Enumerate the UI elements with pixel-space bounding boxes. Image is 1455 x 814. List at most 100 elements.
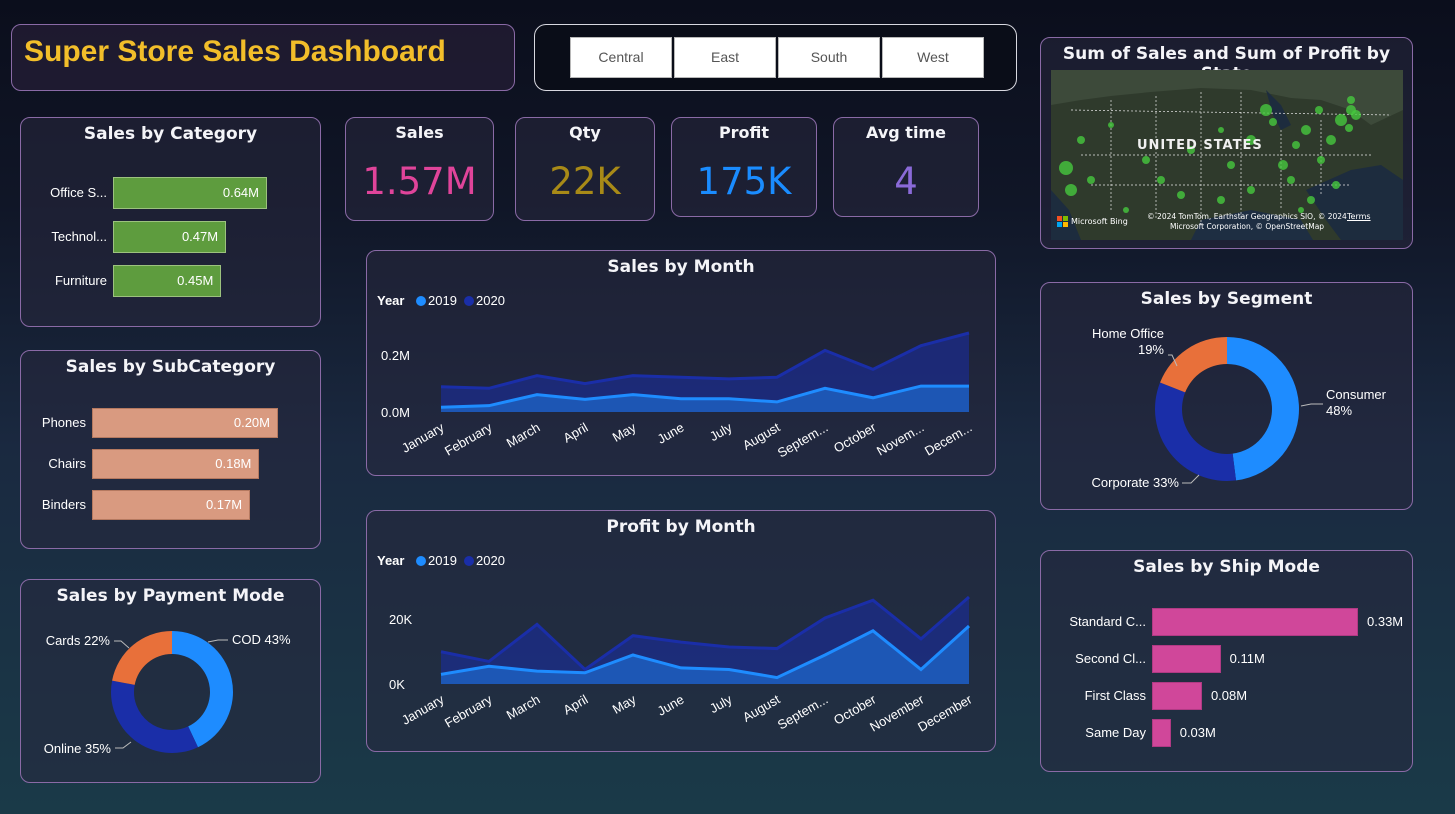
sales-by-subcategory-card: Sales by SubCategory Phones 0.20M Chairs 0.… xyxy=(20,350,321,549)
map-bubble[interactable] xyxy=(1346,105,1356,115)
slicer-south[interactable]: South xyxy=(778,37,880,78)
slicer-west[interactable]: West xyxy=(882,37,984,78)
legend-label-2020[interactable]: 2020 xyxy=(476,293,505,308)
map-bubble[interactable] xyxy=(1347,96,1355,104)
bar xyxy=(1152,719,1171,747)
map-bubble[interactable] xyxy=(1247,186,1255,194)
map-bubble[interactable] xyxy=(1260,104,1272,116)
x-tick-label: Novem... xyxy=(874,420,927,459)
legend-label-2019[interactable]: 2019 xyxy=(428,293,457,308)
profit-by-month-chart: Year 2019 2020 0K 20K JanuaryFebruary March Apr… xyxy=(377,553,975,735)
map-bubble[interactable] xyxy=(1287,176,1295,184)
donut-label: 48% xyxy=(1326,403,1352,418)
donut-slice-cards[interactable] xyxy=(112,631,172,685)
slicer-east[interactable]: East xyxy=(674,37,776,78)
kpi-qty-label: Qty xyxy=(569,123,601,142)
map-bubble[interactable] xyxy=(1326,135,1336,145)
sales-by-category-title: Sales by Category xyxy=(83,124,258,144)
payment-donut-chart: COD 43% Online 35% Cards 22% xyxy=(44,631,291,756)
donut-leader-line xyxy=(1182,474,1200,484)
legend-title: Year xyxy=(377,553,404,568)
bar-category-label: Same Day xyxy=(1085,725,1146,740)
sales-by-shipmode-title: Sales by Ship Mode xyxy=(1133,557,1320,577)
donut-label: Online 35% xyxy=(44,741,112,756)
donut-slice-corporate[interactable] xyxy=(1155,382,1237,481)
x-tick-label: May xyxy=(610,691,639,717)
donut-slice-consumer[interactable] xyxy=(1227,337,1299,481)
kpi-avgtime-value: 4 xyxy=(894,160,918,203)
donut-label: 19% xyxy=(1138,342,1164,357)
bar-category-label: First Class xyxy=(1084,688,1146,703)
slicer-central[interactable]: Central xyxy=(570,37,672,78)
legend-marker-2019[interactable] xyxy=(416,296,426,306)
legend-marker-2019[interactable] xyxy=(416,556,426,566)
donut-leader-line xyxy=(207,639,228,643)
map-bubble[interactable] xyxy=(1317,156,1325,164)
y-tick-label: 0K xyxy=(389,677,405,692)
map-bubble[interactable] xyxy=(1077,136,1085,144)
donut-slice-online[interactable] xyxy=(111,680,198,753)
legend-label-2019[interactable]: 2019 xyxy=(428,553,457,568)
bar-category-label: Binders xyxy=(41,497,86,512)
map-bubble[interactable] xyxy=(1217,196,1225,204)
map-bubble[interactable] xyxy=(1335,114,1347,126)
map-bubble[interactable] xyxy=(1087,176,1095,184)
donut-slice-home-office[interactable] xyxy=(1160,337,1227,393)
map-attribution: © 2024 TomTom, Earthstar Geographics SIO… xyxy=(1147,212,1347,231)
bar-value-label: 0.47M xyxy=(181,229,219,244)
kpi-profit-value: 175K xyxy=(696,160,792,203)
donut-label: Consumer xyxy=(1326,387,1387,402)
map-bubble[interactable] xyxy=(1307,196,1315,204)
map-bubble[interactable] xyxy=(1227,161,1235,169)
donut-label: Home Office xyxy=(1092,326,1164,341)
map-bubble[interactable] xyxy=(1177,191,1185,199)
x-tick-label: June xyxy=(655,420,687,447)
map-bubble[interactable] xyxy=(1142,156,1150,164)
x-tick-label: March xyxy=(504,692,543,723)
kpi-profit-label: Profit xyxy=(718,123,770,142)
map-bubble[interactable] xyxy=(1332,181,1340,189)
sales-by-payment-card: Sales by Payment Mode COD 43% Online 35% C… xyxy=(20,579,321,783)
x-tick-label: Septem... xyxy=(775,692,831,733)
kpi-avgtime-card: Avg time 4 xyxy=(833,117,979,217)
map-terms-link[interactable]: Terms xyxy=(1347,212,1371,221)
map-logo-text: Microsoft Bing xyxy=(1071,217,1128,226)
map-bubble[interactable] xyxy=(1059,161,1073,175)
x-tick-label: January xyxy=(399,691,447,727)
bar-value-label: 0.08M xyxy=(1210,688,1248,703)
bar xyxy=(1152,608,1358,636)
map-bubble[interactable] xyxy=(1123,207,1129,213)
bar-value-label: 0.64M xyxy=(222,185,259,200)
kpi-sales-value: 1.57M xyxy=(362,160,477,203)
x-tick-label: July xyxy=(707,691,735,716)
x-tick-label: July xyxy=(707,419,735,444)
map-bubble[interactable] xyxy=(1157,176,1165,184)
bar xyxy=(1152,645,1221,673)
map-bubble[interactable] xyxy=(1269,118,1277,126)
legend-marker-2020[interactable] xyxy=(464,556,474,566)
bar-category-label: Second Cl... xyxy=(1075,651,1146,666)
map-bubble[interactable] xyxy=(1218,127,1224,133)
region-slicer: Central East South West xyxy=(534,24,1017,91)
donut-label: Corporate 33% xyxy=(1092,475,1180,490)
legend-label-2020[interactable]: 2020 xyxy=(476,553,505,568)
map-card: Sum of Sales and Sum of Profit by State … xyxy=(1040,37,1413,249)
map-bubble[interactable] xyxy=(1292,141,1300,149)
title-card: Super Store Sales Dashboard xyxy=(11,24,515,91)
bar-value-label: 0.33M xyxy=(1367,614,1404,629)
sales-by-month-chart: Year 2019 2020 0.0M 0.2M JanuaryFebruary March… xyxy=(377,293,975,460)
map-bubble[interactable] xyxy=(1108,122,1114,128)
legend-marker-2020[interactable] xyxy=(464,296,474,306)
map-country-label: UNITED STATES xyxy=(1137,138,1263,153)
map-bubble[interactable] xyxy=(1278,160,1288,170)
sales-by-shipmode-card: Sales by Ship Mode Standard C... 0.33M Sec… xyxy=(1040,550,1413,772)
map-bubble[interactable] xyxy=(1315,106,1323,114)
map-bubble[interactable] xyxy=(1301,125,1311,135)
kpi-profit-card: Profit 175K xyxy=(671,117,817,217)
x-tick-label: February xyxy=(442,419,495,458)
map-bubble[interactable] xyxy=(1345,124,1353,132)
map-view[interactable]: UNITED STATES Microsoft Bing © 2024 TomT… xyxy=(1051,70,1403,240)
sales-by-segment-card: Sales by Segment Consumer 48% Corporate 33… xyxy=(1040,282,1413,510)
map-bubble[interactable] xyxy=(1065,184,1077,196)
segment-donut-chart: Consumer48% Corporate 33% Home Office19% xyxy=(1092,326,1387,490)
